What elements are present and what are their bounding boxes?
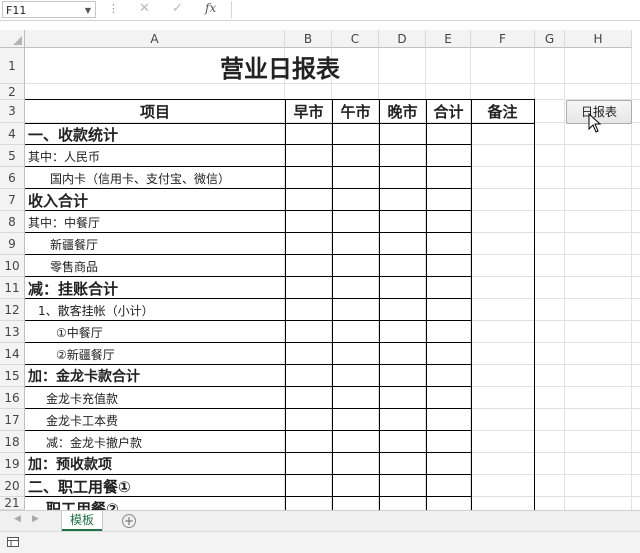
item-cell[interactable]: 新疆餐厅 xyxy=(50,233,98,255)
sheet-tab-bar: ◀ ▶ 模板 + xyxy=(0,510,640,531)
row-header[interactable]: 17 xyxy=(0,409,25,431)
row-header[interactable]: 8 xyxy=(0,211,25,233)
item-cell[interactable]: 职工用餐② xyxy=(46,497,119,511)
row-header[interactable]: 21 xyxy=(0,496,25,510)
add-sheet-icon[interactable]: + xyxy=(122,514,136,528)
item-cell[interactable]: 减：金龙卡撤户款 xyxy=(46,431,142,453)
column-header[interactable]: F xyxy=(471,30,535,48)
header-remark[interactable]: 备注 xyxy=(471,100,534,123)
column-header[interactable]: A xyxy=(25,30,285,48)
item-cell[interactable]: 金龙卡工本费 xyxy=(46,409,118,431)
check-icon[interactable]: ✓ xyxy=(172,1,183,16)
item-cell[interactable]: ①中餐厅 xyxy=(56,321,103,343)
report-title[interactable]: 营业日报表 xyxy=(25,48,535,84)
header-total[interactable]: 合计 xyxy=(426,100,471,123)
column-header[interactable]: D xyxy=(379,30,426,48)
row-header[interactable]: 11 xyxy=(0,277,25,299)
sheet-tab-template[interactable]: 模板 xyxy=(62,511,102,531)
item-cell[interactable]: 其中：人民币 xyxy=(28,145,100,167)
column-header[interactable]: G xyxy=(535,30,565,48)
header-item[interactable]: 项目 xyxy=(25,100,285,123)
name-box[interactable]: F11 ▼ xyxy=(2,1,96,18)
column-header[interactable]: B xyxy=(285,30,332,48)
item-cell[interactable]: 加：金龙卡款合计 xyxy=(28,365,140,387)
item-cell[interactable]: 一、收款统计 xyxy=(28,123,118,145)
column-header[interactable]: E xyxy=(426,30,471,48)
row-header[interactable]: 15 xyxy=(0,365,25,387)
item-cell[interactable]: 零售商品 xyxy=(50,255,98,277)
row-header[interactable]: 16 xyxy=(0,387,25,409)
chevron-down-icon[interactable]: ▼ xyxy=(85,2,91,19)
header-dinner[interactable]: 晚市 xyxy=(379,100,426,123)
row-header[interactable]: 18 xyxy=(0,431,25,453)
scroll-tabs-left-icon[interactable]: ◀ xyxy=(14,514,21,524)
row-header[interactable]: 14 xyxy=(0,343,25,365)
scroll-tabs-right-icon[interactable]: ▶ xyxy=(32,514,39,524)
row-header[interactable]: 12 xyxy=(0,299,25,321)
name-box-value: F11 xyxy=(6,4,27,17)
row-header[interactable]: 13 xyxy=(0,321,25,343)
item-cell[interactable]: 1、散客挂帐（小计） xyxy=(38,299,154,321)
item-cell[interactable]: 其中：中餐厅 xyxy=(28,211,100,233)
column-header[interactable]: C xyxy=(332,30,379,48)
row-header[interactable]: 1 xyxy=(0,48,25,84)
more-options-icon: ⋮ xyxy=(108,2,119,15)
header-lunch[interactable]: 午市 xyxy=(332,100,379,123)
header-breakfast[interactable]: 早市 xyxy=(285,100,332,123)
item-cell[interactable]: 减：挂账合计 xyxy=(28,277,118,299)
mouse-cursor-icon xyxy=(588,113,601,133)
row-header[interactable]: 4 xyxy=(0,123,25,145)
cancel-x-icon[interactable]: ✕ xyxy=(139,1,150,16)
item-cell[interactable]: ②新疆餐厅 xyxy=(56,343,115,365)
item-cell[interactable]: 二、职工用餐① xyxy=(28,475,131,497)
item-cell[interactable]: 金龙卡充值款 xyxy=(46,387,118,409)
macro-record-icon[interactable] xyxy=(7,537,19,547)
row-header[interactable]: 10 xyxy=(0,255,25,277)
row-header[interactable]: 6 xyxy=(0,167,25,189)
item-cell[interactable]: 收入合计 xyxy=(28,189,88,211)
item-cell[interactable]: 加：预收款项 xyxy=(28,453,112,475)
row-header[interactable]: 5 xyxy=(0,145,25,167)
row-header[interactable]: 20 xyxy=(0,475,25,497)
row-header[interactable]: 3 xyxy=(0,100,25,123)
formula-bar: F11 ▼ ⋮ ✕ ✓ fx xyxy=(0,0,640,21)
select-all-corner[interactable] xyxy=(0,30,25,48)
row-header[interactable]: 9 xyxy=(0,233,25,255)
formula-input[interactable] xyxy=(231,1,639,18)
column-header[interactable]: H xyxy=(565,30,632,48)
sheet-grid[interactable]: 营业日报表 项目 早市 午市 晚市 合计 备注 一、收款统计 其中：人民币 国内… xyxy=(25,48,640,510)
row-header[interactable]: 2 xyxy=(0,84,25,100)
status-bar xyxy=(0,531,640,553)
row-header[interactable]: 7 xyxy=(0,189,25,211)
item-cell[interactable]: 国内卡（信用卡、支付宝、微信） xyxy=(50,167,230,189)
row-header[interactable]: 19 xyxy=(0,453,25,475)
insert-function-icon[interactable]: fx xyxy=(205,1,216,15)
